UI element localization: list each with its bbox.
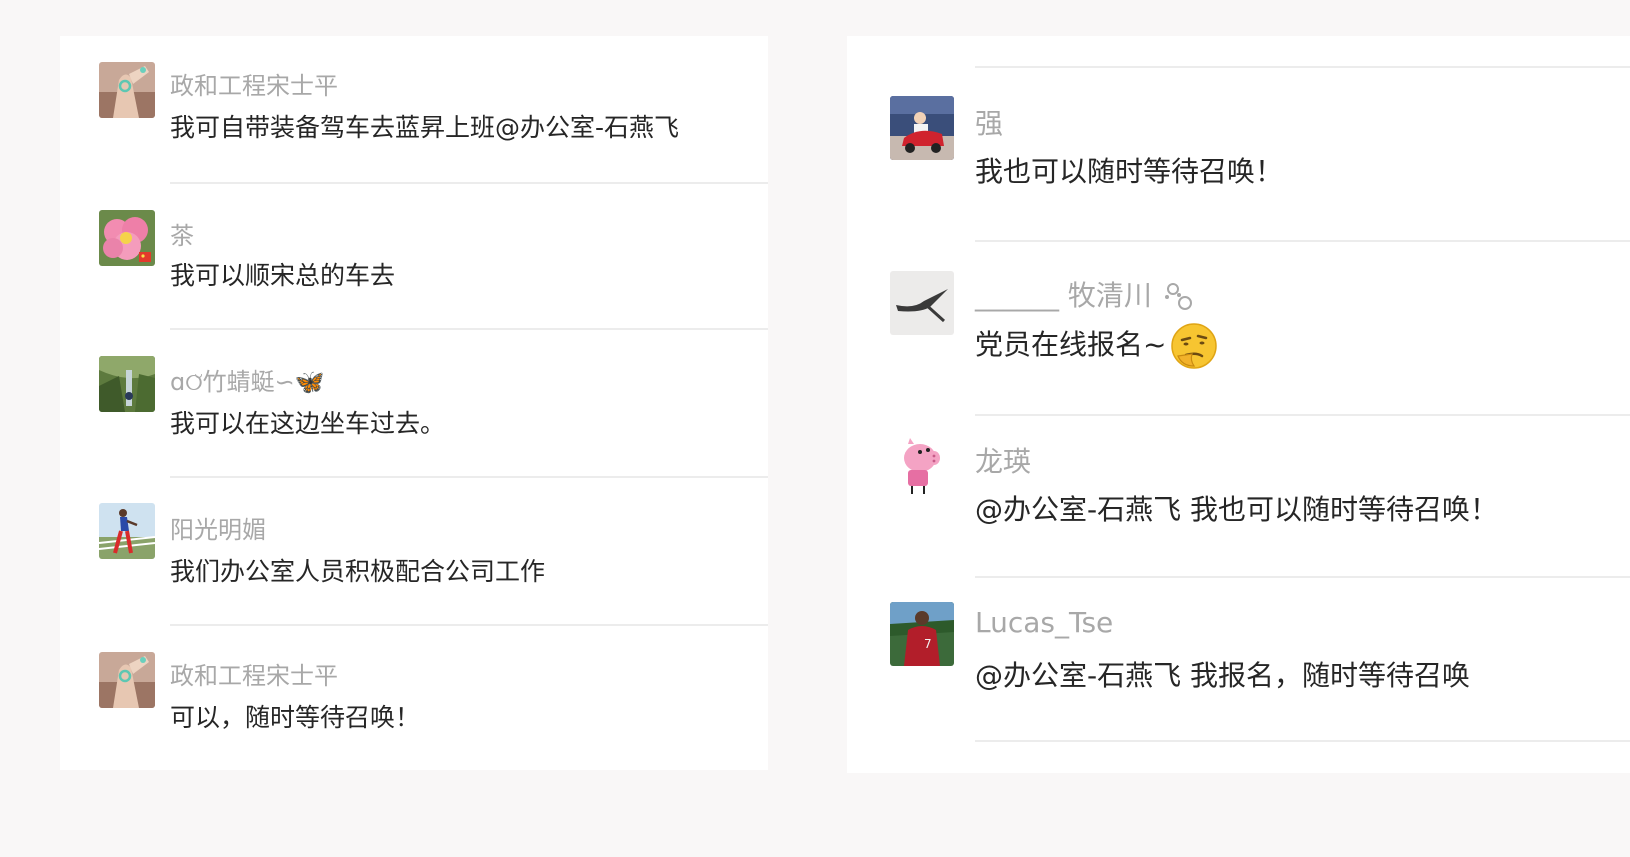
- football-player-avatar-icon[interactable]: 7: [890, 602, 954, 666]
- waterfall-avatar-icon[interactable]: [99, 356, 155, 412]
- comment-text: 我可自带装备驾车去蓝昇上班@办公室-石燕飞: [170, 113, 680, 142]
- child-car-avatar-icon[interactable]: [890, 96, 954, 160]
- comment-text-content: 党员在线报名~: [975, 328, 1167, 361]
- divider: [975, 414, 1630, 416]
- comment-author[interactable]: 茶: [170, 216, 194, 251]
- divider: [975, 576, 1630, 578]
- pink-flower-avatar-icon[interactable]: [99, 210, 155, 266]
- divider: [170, 476, 768, 478]
- svg-text:7: 7: [924, 637, 932, 651]
- comment-author[interactable]: 强: [975, 102, 1003, 142]
- paw-icon: [1164, 283, 1192, 310]
- divider: [170, 624, 768, 626]
- divider: [170, 328, 768, 330]
- divider: [975, 66, 1630, 68]
- comment-text: 我们办公室人员积极配合公司工作: [170, 557, 546, 586]
- comment-text: 我可以顺宋总的车去: [170, 261, 396, 290]
- comment-author[interactable]: 政和工程宋士平: [170, 66, 338, 101]
- comment-author[interactable]: ______ 牧清川: [975, 274, 1197, 315]
- comment-author[interactable]: Lucas_Tse: [975, 606, 1113, 639]
- smirk-emoji-icon: [1171, 323, 1218, 369]
- comment-text: 我也可以随时等待召唤！: [975, 155, 1284, 188]
- pink-pig-avatar-icon[interactable]: [890, 436, 954, 500]
- comment-panel-right: 强 我也可以随时等待召唤！ ______ 牧清川 党员在线报名~ 龙瑛 @办公室…: [847, 36, 1630, 773]
- comment-text: @办公室-石燕飞 我也可以随时等待召唤！: [975, 493, 1499, 526]
- comment-text: 可以，随时等待召唤！: [170, 703, 421, 732]
- comment-author[interactable]: 龙瑛: [975, 440, 1031, 480]
- comment-author[interactable]: 政和工程宋士平: [170, 656, 338, 691]
- comment-text: @办公室-石燕飞 我报名，随时等待召唤: [975, 659, 1471, 692]
- comment-panel-left: 政和工程宋士平 我可自带装备驾车去蓝昇上班@办公室-石燕飞 茶 我可以顺宋总的车…: [60, 36, 768, 770]
- comment-author[interactable]: ɑ୦̆竹蜻蜓∽🦋: [170, 362, 325, 397]
- comment-text: 我可以在这边坐车过去。: [170, 409, 446, 438]
- comment-author[interactable]: 阳光明媚: [170, 510, 266, 545]
- comment-author-text: ______ 牧清川: [975, 279, 1152, 312]
- divider: [170, 182, 768, 184]
- swallow-avatar-icon[interactable]: [890, 271, 954, 335]
- hand-ring-avatar-icon[interactable]: [99, 652, 155, 708]
- comment-text: 党员在线报名~: [975, 322, 1218, 370]
- divider: [975, 740, 1630, 742]
- divider: [975, 240, 1630, 242]
- runner-avatar-icon[interactable]: [99, 503, 155, 559]
- hand-ring-avatar-icon[interactable]: [99, 62, 155, 118]
